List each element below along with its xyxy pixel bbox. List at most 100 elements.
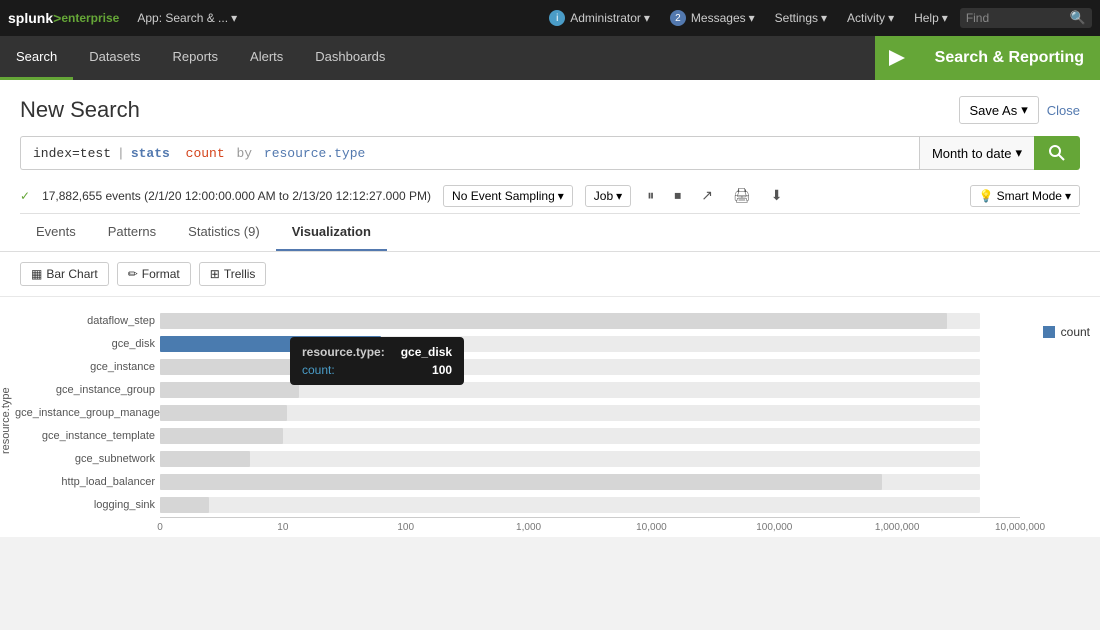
- format-button[interactable]: ✏ Format: [117, 262, 191, 286]
- activity-button[interactable]: Activity ▾: [839, 7, 902, 29]
- legend-color-dot: [1043, 326, 1055, 338]
- bar-row: logging_sink: [160, 495, 1020, 515]
- bar-foreground: [160, 451, 250, 467]
- bar-label: gce_instance: [15, 361, 155, 373]
- bar-chart-button[interactable]: ▦ Bar Chart: [20, 262, 109, 286]
- search-query-index: index=test: [33, 146, 111, 161]
- space: [174, 146, 182, 161]
- pipe-separator: |: [117, 146, 125, 161]
- bar-label: gce_instance_group_manager: [15, 407, 155, 419]
- bar-background: [160, 428, 980, 444]
- format-icon: ✏: [128, 267, 138, 281]
- bar-row: gce_disk: [160, 334, 1020, 354]
- bar-label: logging_sink: [15, 499, 155, 511]
- messages-button[interactable]: 2 Messages ▾: [662, 6, 763, 30]
- share-button[interactable]: ↗: [697, 184, 717, 207]
- admin-info-button[interactable]: i Administrator ▾: [541, 6, 658, 30]
- x-axis-tick: 10: [277, 522, 288, 533]
- tab-alerts[interactable]: Alerts: [234, 36, 299, 80]
- tab-patterns[interactable]: Patterns: [92, 214, 172, 251]
- admin-label: Administrator: [570, 11, 641, 25]
- visualization-toolbar: ▦ Bar Chart ✏ Format ⊞ Trellis: [0, 252, 1100, 297]
- bar-foreground: [160, 313, 947, 329]
- app-label: App: Search & ...: [137, 11, 228, 25]
- help-button[interactable]: Help ▾: [906, 7, 956, 29]
- chart-legend: count: [1043, 325, 1090, 339]
- job-chevron-icon: ▾: [616, 189, 622, 203]
- app-menu-button[interactable]: App: Search & ... ▾: [131, 7, 243, 29]
- help-chevron-icon: ▾: [942, 11, 948, 25]
- status-check-icon: ✓: [20, 189, 30, 203]
- tab-search[interactable]: Search: [0, 36, 73, 80]
- search-submit-icon: [1048, 144, 1066, 162]
- close-button[interactable]: Close: [1047, 103, 1080, 118]
- tab-visualization[interactable]: Visualization: [276, 214, 387, 251]
- chart-bars-container: dataflow_step gce_disk gce_instance gce_ins…: [20, 305, 1100, 537]
- admin-chevron-icon: ▾: [644, 11, 650, 25]
- search-submit-button[interactable]: [1034, 136, 1080, 170]
- x-axis-tick: 1,000: [516, 522, 541, 533]
- splunk-enterprise: enterprise: [61, 11, 119, 25]
- smart-mode-button[interactable]: 💡 Smart Mode ▾: [970, 185, 1080, 207]
- activity-label: Activity: [847, 11, 885, 25]
- bar-label: gce_disk: [15, 338, 155, 350]
- search-icon: 🔍: [1070, 10, 1086, 26]
- stop-button[interactable]: ⏹: [670, 184, 685, 207]
- find-input-wrap: 🔍: [960, 8, 1092, 28]
- main-content: New Search Save As ▾ Close index=test | …: [0, 80, 1100, 214]
- tab-events[interactable]: Events: [20, 214, 92, 251]
- secondary-navbar: Search Datasets Reports Alerts Dashboard…: [0, 36, 1100, 80]
- x-axis-tick: 10,000,000: [995, 522, 1045, 533]
- search-header: New Search Save As ▾ Close: [20, 96, 1080, 124]
- bar-row: http_load_balancer: [160, 472, 1020, 492]
- app-logo-icon: [875, 36, 919, 80]
- status-events-text: 17,882,655 events (2/1/20 12:00:00.000 A…: [42, 189, 431, 203]
- x-axis-tick: 1,000,000: [875, 522, 920, 533]
- time-picker-chevron-icon: ▾: [1015, 145, 1022, 161]
- pause-button[interactable]: ⏸: [643, 184, 658, 207]
- x-axis-tick: 100: [397, 522, 414, 533]
- bar-row: dataflow_step: [160, 311, 1020, 331]
- bar-row: gce_instance_template: [160, 426, 1020, 446]
- no-event-sampling-button[interactable]: No Event Sampling ▾: [443, 185, 573, 207]
- tab-reports[interactable]: Reports: [157, 36, 235, 80]
- status-bar: ✓ 17,882,655 events (2/1/20 12:00:00.000…: [20, 178, 1080, 214]
- messages-chevron-icon: ▾: [749, 11, 755, 25]
- bar-label: http_load_balancer: [15, 476, 155, 488]
- bar-foreground: [160, 405, 287, 421]
- page-title: New Search: [20, 97, 140, 123]
- bar-label: gce_instance_template: [15, 430, 155, 442]
- settings-button[interactable]: Settings ▾: [767, 7, 835, 29]
- x-axis-tick: 10,000: [636, 522, 667, 533]
- search-func: count: [186, 146, 225, 161]
- job-button[interactable]: Job ▾: [585, 185, 631, 207]
- find-input[interactable]: [966, 11, 1066, 25]
- bar-row: gce_instance: [160, 357, 1020, 377]
- bar-label: gce_instance_group: [15, 384, 155, 396]
- bar-background: [160, 451, 980, 467]
- search-input-display[interactable]: index=test | stats count by resource.typ…: [20, 136, 919, 170]
- tab-datasets[interactable]: Datasets: [73, 36, 156, 80]
- bar-foreground: [160, 359, 332, 375]
- tab-dashboards[interactable]: Dashboards: [299, 36, 401, 80]
- settings-chevron-icon: ▾: [821, 11, 827, 25]
- top-navbar: splunk>enterprise App: Search & ... ▾ i …: [0, 0, 1100, 36]
- x-axis-tick: 0: [157, 522, 163, 533]
- print-button[interactable]: 🖨: [729, 184, 755, 207]
- tab-statistics[interactable]: Statistics (9): [172, 214, 276, 251]
- save-as-chevron-icon: ▾: [1021, 102, 1028, 118]
- bar-foreground: [160, 336, 381, 352]
- bulb-icon: 💡: [979, 189, 994, 203]
- x-axis-tick: 100,000: [756, 522, 792, 533]
- trellis-button[interactable]: ⊞ Trellis: [199, 262, 267, 286]
- smart-mode-chevron-icon: ▾: [1065, 189, 1071, 203]
- export-button[interactable]: ⬇: [767, 184, 787, 207]
- info-badge: i: [549, 10, 565, 26]
- time-picker-button[interactable]: Month to date ▾: [919, 136, 1034, 170]
- bar-foreground: [160, 497, 209, 513]
- bar-row: gce_instance_group_manager: [160, 403, 1020, 423]
- save-as-button[interactable]: Save As ▾: [959, 96, 1039, 124]
- activity-chevron-icon: ▾: [888, 11, 894, 25]
- search-cmd: stats: [131, 146, 170, 161]
- bar-row: gce_instance_group: [160, 380, 1020, 400]
